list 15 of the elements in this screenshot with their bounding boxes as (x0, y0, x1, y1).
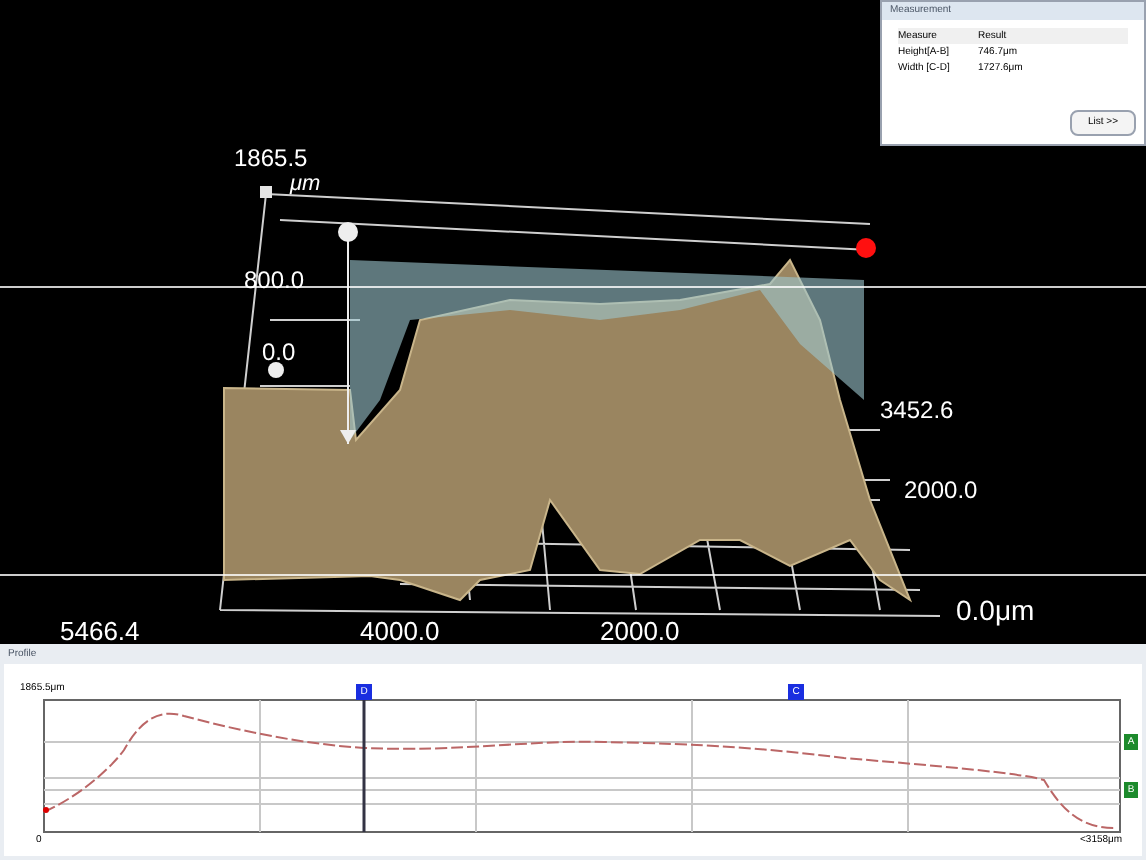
axis-label: 3452.6 (880, 394, 954, 428)
cursor-line (362, 700, 366, 832)
axis-label: 0.0 (262, 336, 296, 370)
axis-label: 1865.5 (234, 142, 308, 176)
axis-label: 2000.0 (904, 474, 978, 508)
marker-handle-icon (338, 222, 358, 445)
axis-label: μm (290, 170, 321, 200)
axis-corner-icon (260, 186, 272, 198)
axis-label: 0.0μm (956, 592, 1035, 630)
handle-icon (268, 362, 284, 378)
axis-label: 4000.0 (360, 614, 440, 644)
point-icon (43, 807, 49, 813)
axis-label: 5466.4 (60, 614, 140, 644)
axis-label: 2000.0 (600, 614, 680, 644)
marker-handle-icon (856, 238, 876, 258)
